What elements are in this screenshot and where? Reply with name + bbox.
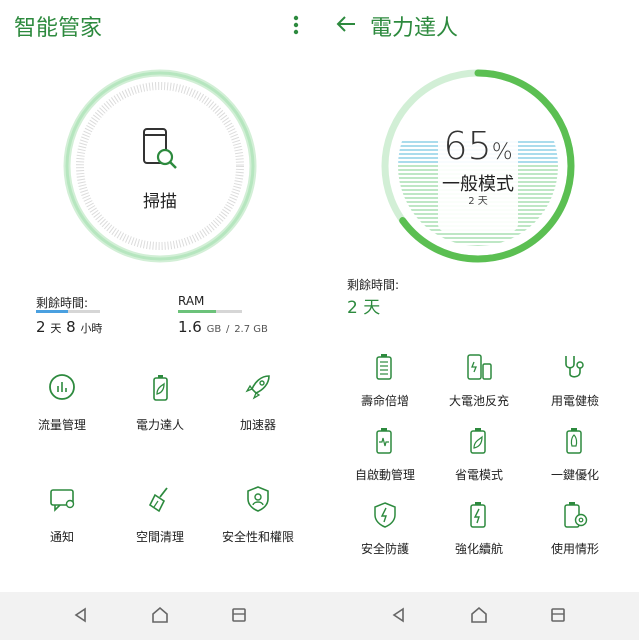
tile-extend-battery[interactable]: 強化續航: [432, 500, 526, 556]
ram-used: 1.6: [178, 318, 202, 336]
remaining-hours-unit: 小時: [80, 322, 103, 335]
remaining-hours-number: 8: [66, 318, 76, 336]
tile-accelerator[interactable]: 加速器: [218, 372, 298, 434]
battery-days-unit: 天: [477, 196, 488, 207]
tile-label: 加速器: [239, 418, 276, 432]
remaining-time-bar-fill: [36, 310, 68, 313]
tile-label: 自啟動管理: [354, 468, 415, 482]
tile-usage[interactable]: 使用情形: [530, 500, 620, 556]
battery-days: 2 天: [428, 192, 528, 207]
rocket-icon: [245, 375, 270, 400]
tile-one-tap-optimize[interactable]: 一鍵優化: [530, 426, 620, 482]
tile-label: 空間清理: [135, 530, 184, 544]
shield-bolt-icon: [374, 502, 396, 528]
battery-rocket-icon: [566, 428, 582, 454]
tile-label: 電力達人: [135, 418, 184, 432]
remaining-time-bar: [36, 310, 100, 313]
battery-lifespan-icon: [376, 354, 392, 380]
stethoscope-icon: [565, 356, 584, 378]
battery-remaining-value: 2 天: [347, 298, 381, 318]
battery-days-number: 2: [468, 196, 475, 207]
battery-percent-value: 65: [443, 124, 492, 168]
recents-icon[interactable]: [549, 606, 567, 624]
ram-label: RAM: [178, 294, 205, 308]
remaining-days-unit: 天: [50, 322, 62, 335]
broom-icon: [148, 487, 168, 513]
tile-battery-master[interactable]: 電力達人: [120, 372, 200, 434]
navigation-bar: [0, 592, 639, 640]
tile-notification[interactable]: 通知: [22, 484, 102, 546]
tile-label: 大電池反充: [448, 394, 509, 408]
battery-gear-icon: [564, 502, 588, 528]
ram-separator: /: [226, 324, 230, 335]
tile-label: 流量管理: [37, 418, 86, 432]
tile-label: 使用情形: [550, 542, 599, 556]
remaining-time-label: 剩餘時間:: [36, 296, 89, 310]
battery-bolt-icon: [470, 502, 486, 528]
tile-label: 強化續航: [454, 542, 503, 556]
battery-percent-sign: %: [491, 140, 513, 165]
back-icon[interactable]: [72, 606, 90, 624]
ram-bar: [178, 310, 242, 313]
remaining-time-value: 2 天 8 小時: [36, 318, 102, 336]
tile-label: 一鍵優化: [550, 468, 599, 482]
tile-label: 壽命倍增: [360, 394, 409, 408]
page-title-battery: 電力達人: [370, 16, 459, 41]
tile-label: 通知: [49, 530, 74, 544]
tile-security-permissions[interactable]: 安全性和權限: [212, 484, 304, 546]
ram-bar-fill: [178, 310, 216, 313]
page-title: 智能管家: [14, 16, 103, 41]
tile-label: 省電模式: [454, 468, 503, 482]
more-options-icon[interactable]: [290, 14, 302, 36]
battery-leaf-icon: [153, 375, 168, 401]
battery-leaf-icon: [470, 428, 486, 454]
tile-autostart[interactable]: 自啟動管理: [340, 426, 430, 482]
shield-user-icon: [247, 486, 269, 512]
tile-power-checkup[interactable]: 用電健檢: [530, 352, 620, 408]
home-icon[interactable]: [150, 605, 170, 625]
tile-label: 用電健檢: [550, 394, 599, 408]
battery-remaining-label: 剩餘時間:: [347, 278, 400, 292]
battery-autostart-icon: [376, 428, 392, 454]
tile-storage-cleanup[interactable]: 空間清理: [120, 484, 200, 546]
tile-label: 安全性和權限: [221, 530, 294, 544]
tile-power-saving[interactable]: 省電模式: [432, 426, 526, 482]
tile-data-usage[interactable]: 流量管理: [22, 372, 102, 434]
recents-icon[interactable]: [230, 606, 248, 624]
tile-security-protection[interactable]: 安全防護: [340, 500, 430, 556]
tile-lifespan[interactable]: 壽命倍增: [340, 352, 430, 408]
remaining-days-number: 2: [36, 318, 46, 336]
battery-percent: 65%: [428, 124, 528, 168]
scan-phone-icon[interactable]: [140, 126, 180, 172]
notification-icon: [50, 489, 75, 512]
phone-charge-icon: [467, 354, 492, 380]
home-icon[interactable]: [469, 605, 489, 625]
back-arrow-icon[interactable]: [334, 12, 358, 36]
tile-reverse-charge[interactable]: 大電池反充: [432, 352, 526, 408]
tile-label: 安全防護: [360, 542, 409, 556]
data-usage-icon: [49, 374, 75, 400]
ram-value: 1.6 GB / 2.7 GB: [178, 318, 268, 336]
scan-label[interactable]: 掃描: [110, 187, 210, 212]
ram-total: 2.7 GB: [234, 324, 268, 335]
back-icon[interactable]: [390, 606, 408, 624]
ram-used-unit: GB: [206, 324, 222, 335]
